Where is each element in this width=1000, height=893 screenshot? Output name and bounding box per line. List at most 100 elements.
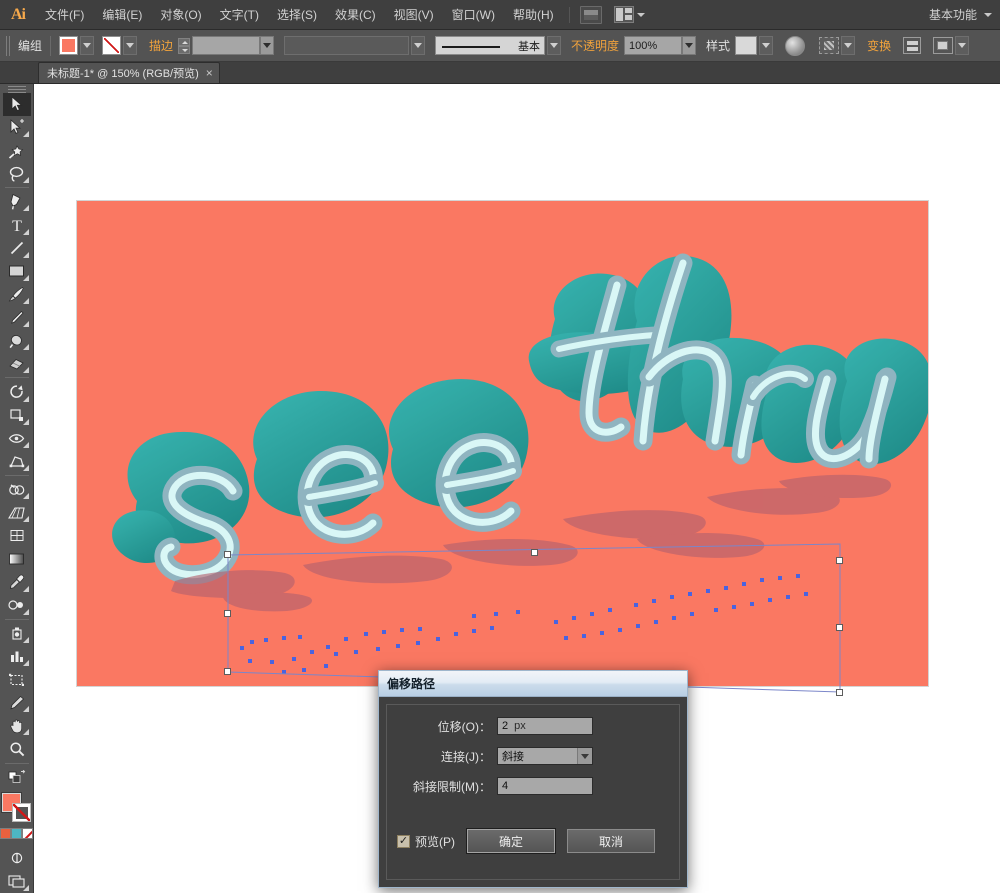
zoom-tool[interactable] — [3, 737, 31, 760]
screen-mode-icon[interactable] — [3, 870, 31, 893]
selection-tool[interactable] — [2, 92, 31, 116]
document-tab[interactable]: 未标题-1* @ 150% (RGB/预览) × — [38, 62, 220, 83]
free-transform-tool[interactable] — [3, 450, 31, 473]
scale-tool[interactable] — [3, 404, 31, 427]
fill-stroke-indicator[interactable] — [0, 791, 33, 822]
ok-button[interactable]: 确定 — [467, 829, 555, 853]
artwork-see-thru — [112, 253, 928, 612]
width-profile-field[interactable] — [284, 36, 410, 55]
column-graph-tool[interactable] — [3, 645, 31, 668]
graphic-style-dropdown[interactable] — [759, 36, 774, 55]
brush-definition-field[interactable]: 基本 — [435, 36, 546, 55]
gradient-button[interactable] — [11, 827, 22, 839]
eraser-tool[interactable] — [3, 352, 31, 375]
shape-builder-tool[interactable] — [3, 478, 31, 501]
dialog-title: 偏移路径 — [379, 671, 687, 697]
stroke-swatch-none[interactable] — [102, 36, 122, 55]
joins-select[interactable]: 斜接 — [497, 747, 593, 765]
opacity-label[interactable]: 不透明度 — [571, 37, 619, 54]
opacity-dropdown[interactable] — [682, 36, 697, 55]
control-bar-grip[interactable] — [6, 35, 11, 56]
stroke-weight-dropdown[interactable] — [260, 36, 275, 55]
toolbar-stroke-swatch-none[interactable] — [11, 802, 31, 822]
eyedropper-tool[interactable] — [3, 570, 31, 593]
divider — [50, 35, 52, 56]
gradient-tool[interactable] — [3, 547, 31, 570]
brush-definition-dropdown[interactable] — [547, 36, 562, 55]
opacity-field[interactable]: 100% — [624, 36, 683, 55]
color-button[interactable] — [0, 827, 11, 839]
bridge-icon[interactable] — [579, 5, 602, 24]
menu-item-select[interactable]: 选择(S) — [268, 0, 326, 30]
menu-item-edit[interactable]: 编辑(E) — [93, 0, 151, 30]
tools-panel-grip[interactable] — [7, 86, 26, 93]
blend-tool[interactable] — [3, 594, 31, 617]
stroke-weight-label[interactable]: 描边 — [149, 37, 173, 54]
paintbrush-tool[interactable] — [3, 283, 31, 306]
preview-label[interactable]: 预览(P) — [415, 833, 455, 850]
width-tool[interactable] — [3, 427, 31, 450]
align-icon[interactable] — [903, 37, 922, 54]
lasso-tool[interactable] — [3, 162, 31, 185]
none-button[interactable] — [22, 827, 33, 839]
style-label[interactable]: 样式 — [706, 37, 730, 54]
illustrator-window: Ai 文件(F) 编辑(E) 对象(O) 文字(T) 选择(S) 效果(C) 视… — [0, 0, 1000, 893]
close-icon[interactable]: × — [206, 67, 213, 79]
menu-item-effect[interactable]: 效果(C) — [326, 0, 385, 30]
arrange-dropdown[interactable] — [955, 36, 970, 55]
fill-color-control[interactable] — [59, 36, 95, 55]
width-profile-dropdown[interactable] — [411, 36, 426, 55]
perspective-grid-tool[interactable] — [3, 501, 31, 524]
color-mode-buttons[interactable] — [0, 827, 33, 839]
fill-swatch[interactable] — [59, 36, 79, 55]
transform-label[interactable]: 变换 — [867, 37, 891, 54]
recolor-artwork-icon[interactable] — [785, 35, 806, 56]
artboard[interactable] — [77, 201, 928, 686]
mask-dropdown[interactable] — [841, 36, 856, 55]
offset-input[interactable]: 2 px — [497, 717, 593, 735]
mesh-tool[interactable] — [3, 524, 31, 547]
offset-row: 位移(O)： 2 px — [387, 717, 679, 735]
stroke-dropdown-arrow[interactable] — [123, 36, 138, 55]
artboard-tool[interactable] — [3, 668, 31, 691]
menu-item-window[interactable]: 窗口(W) — [443, 0, 504, 30]
joins-label: 连接(J)： — [441, 749, 491, 764]
stroke-weight-stepper[interactable] — [178, 37, 191, 54]
magic-wand-tool[interactable] — [3, 139, 31, 162]
menu-item-view[interactable]: 视图(V) — [385, 0, 443, 30]
line-segment-tool[interactable] — [3, 237, 31, 260]
blob-brush-tool[interactable] — [3, 329, 31, 352]
miter-limit-label: 斜接限制(M)： — [413, 779, 491, 794]
offset-path-dialog[interactable]: 偏移路径 位移(O)： 2 px 连接(J)： 斜接 斜接限制(M)： 4 ✓ … — [378, 670, 688, 888]
menu-bar: Ai 文件(F) 编辑(E) 对象(O) 文字(T) 选择(S) 效果(C) 视… — [0, 0, 1000, 30]
direct-selection-tool[interactable] — [3, 116, 31, 139]
arrange-documents-button[interactable] — [613, 6, 645, 23]
svg-text:T: T — [12, 218, 22, 233]
menu-item-object[interactable]: 对象(O) — [151, 0, 210, 30]
workspace-switcher[interactable]: 基本功能 — [925, 6, 1000, 23]
pen-tool[interactable] — [3, 190, 31, 213]
rectangle-tool[interactable] — [3, 260, 31, 283]
stroke-color-control[interactable] — [102, 36, 138, 55]
miter-limit-input[interactable]: 4 — [497, 777, 593, 795]
symbol-sprayer-tool[interactable] — [3, 622, 31, 645]
cancel-button[interactable]: 取消 — [567, 829, 655, 853]
default-fill-stroke-icon[interactable] — [3, 766, 31, 789]
rotate-tool[interactable] — [3, 380, 31, 403]
menu-item-help[interactable]: 帮助(H) — [504, 0, 563, 30]
graphic-style-swatch[interactable] — [735, 36, 758, 55]
opacity-mask-icon[interactable] — [819, 37, 840, 54]
slice-tool[interactable] — [3, 691, 31, 714]
hand-tool[interactable] — [3, 714, 31, 737]
drawing-mode-icon[interactable] — [3, 847, 31, 870]
offset-value: 2 — [502, 720, 509, 732]
type-tool[interactable]: T — [3, 213, 31, 236]
fill-dropdown-arrow[interactable] — [80, 36, 95, 55]
preview-checkbox[interactable]: ✓ — [397, 834, 410, 848]
menu-item-file[interactable]: 文件(F) — [36, 0, 93, 30]
pencil-tool[interactable] — [3, 306, 31, 329]
stroke-weight-field[interactable] — [192, 36, 261, 55]
arrange-objects-icon[interactable] — [933, 37, 954, 54]
menu-item-type[interactable]: 文字(T) — [211, 0, 268, 30]
chevron-down-icon[interactable] — [577, 748, 592, 764]
